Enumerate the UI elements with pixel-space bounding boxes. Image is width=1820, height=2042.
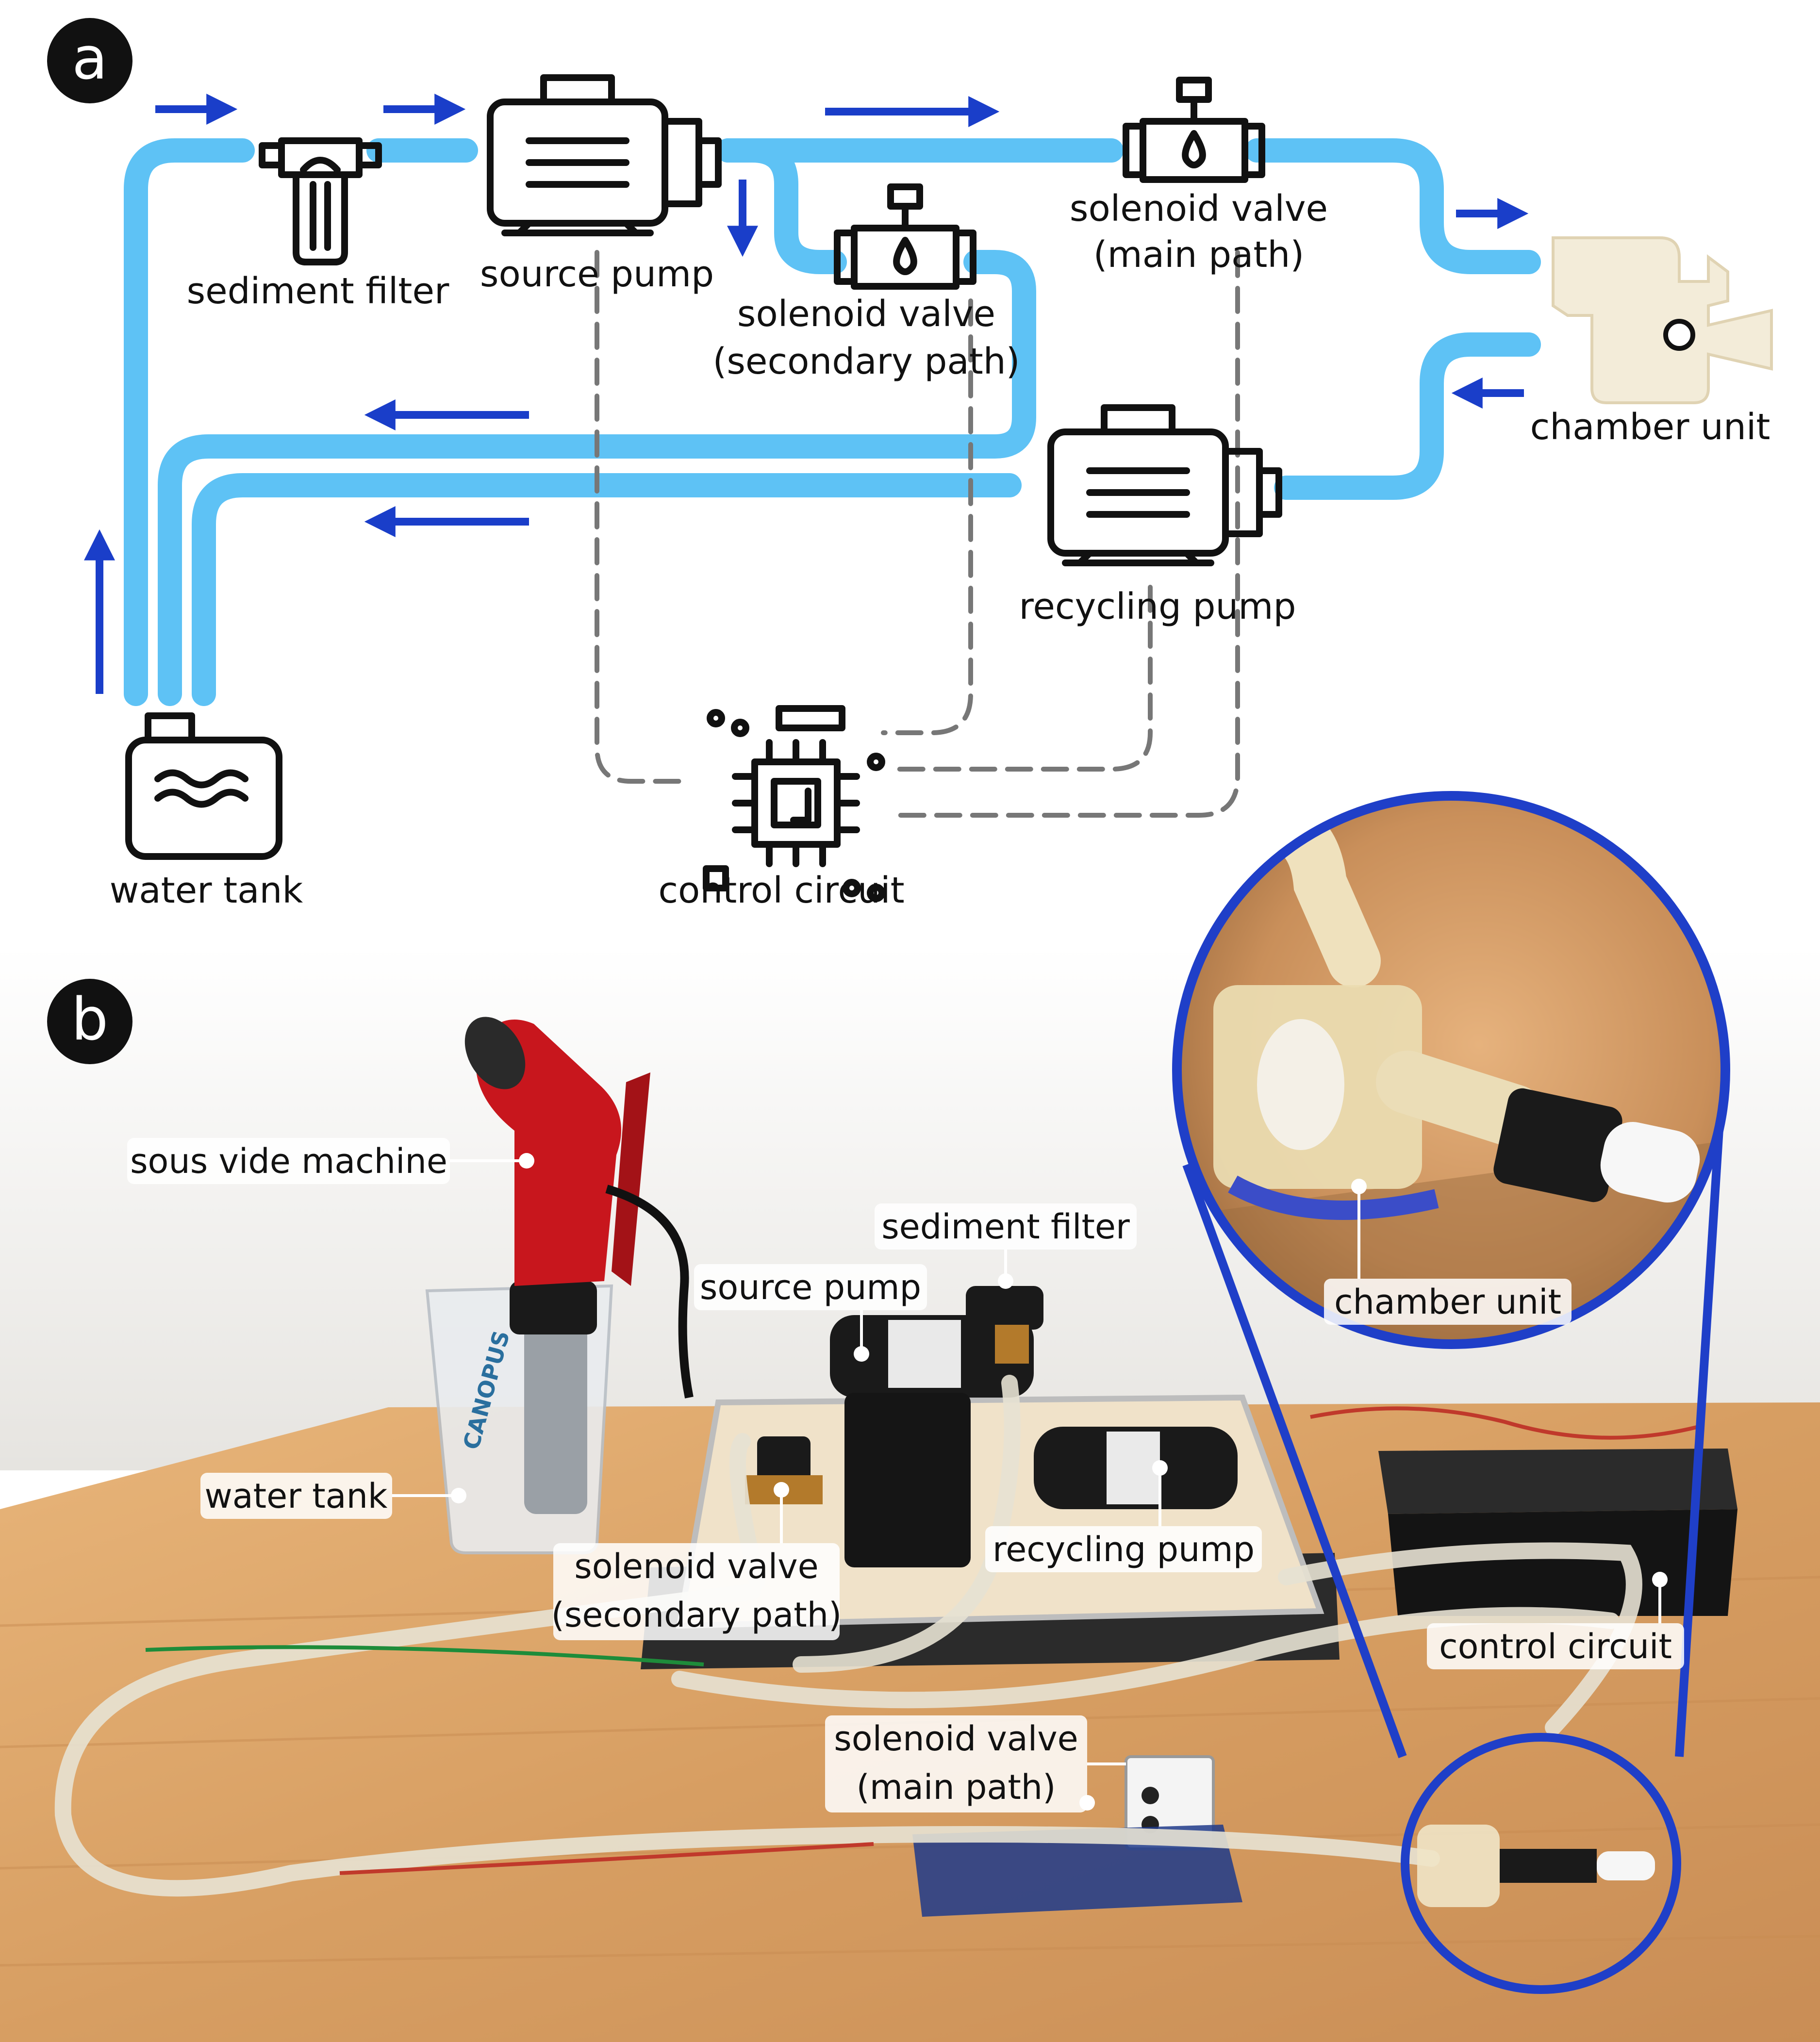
recycling-pump-icon [1047,404,1282,566]
label-a-control-circuit: control circuit [658,870,904,911]
label-b-main-valve-1: solenoid valve [834,1719,1078,1759]
panel-b-letter: b [71,986,108,1054]
pipe-chamber-to-recycle-pump [1274,332,1541,500]
sediment-filter-icon [259,137,382,265]
label-b-source-pump: source pump [700,1268,921,1307]
label-a-source-pump: source pump [480,253,714,295]
wire-source-pump [595,250,687,784]
label-a-chamber-unit: chamber unit [1530,406,1770,448]
label-b-water-tank: water tank [205,1476,388,1516]
label-b-chamber-unit: chamber unit [1334,1282,1561,1322]
label-a-sediment-filter: sediment filter [187,270,449,312]
main-valve-icon [1123,77,1265,183]
label-b-recycling-pump: recycling pump [993,1530,1255,1569]
source-pump-icon [487,74,722,236]
label-a-main-valve-2: (main path) [1093,234,1304,276]
chamber-unit-icon [1552,236,1773,404]
control-wires [595,250,1240,818]
panel-b: b CANOPUS sous vide machine sediment fil… [0,791,1820,2042]
pipe-recycle-return [192,473,1022,706]
panel-a: a sediment filter source pump solenoid v… [47,18,1773,911]
label-a-secondary-valve-2: (secondary path) [713,341,1020,382]
photo-recycling-pump [1034,1427,1238,1509]
label-a-secondary-valve-1: solenoid valve [737,293,995,335]
secondary-valve-icon [834,183,976,290]
label-b-secondary-valve-2: (secondary path) [551,1595,842,1635]
label-b-sous-vide: sous vide machine [130,1141,447,1181]
label-a-recycling-pump: recycling pump [1019,586,1296,627]
pipe-tank-to-filter [124,138,255,706]
label-b-control-circuit: control circuit [1439,1627,1672,1666]
label-b-sediment-filter: sediment filter [881,1207,1130,1247]
label-a-main-valve-1: solenoid valve [1070,188,1328,230]
water-tank-icon [125,712,282,860]
panel-a-letter: a [72,25,108,93]
label-a-water-tank: water tank [110,870,303,911]
label-b-main-valve-2: (main path) [857,1767,1056,1807]
label-b-secondary-valve-1: solenoid valve [574,1547,818,1586]
figure: a sediment filter source pump solenoid v… [0,18,1820,2042]
